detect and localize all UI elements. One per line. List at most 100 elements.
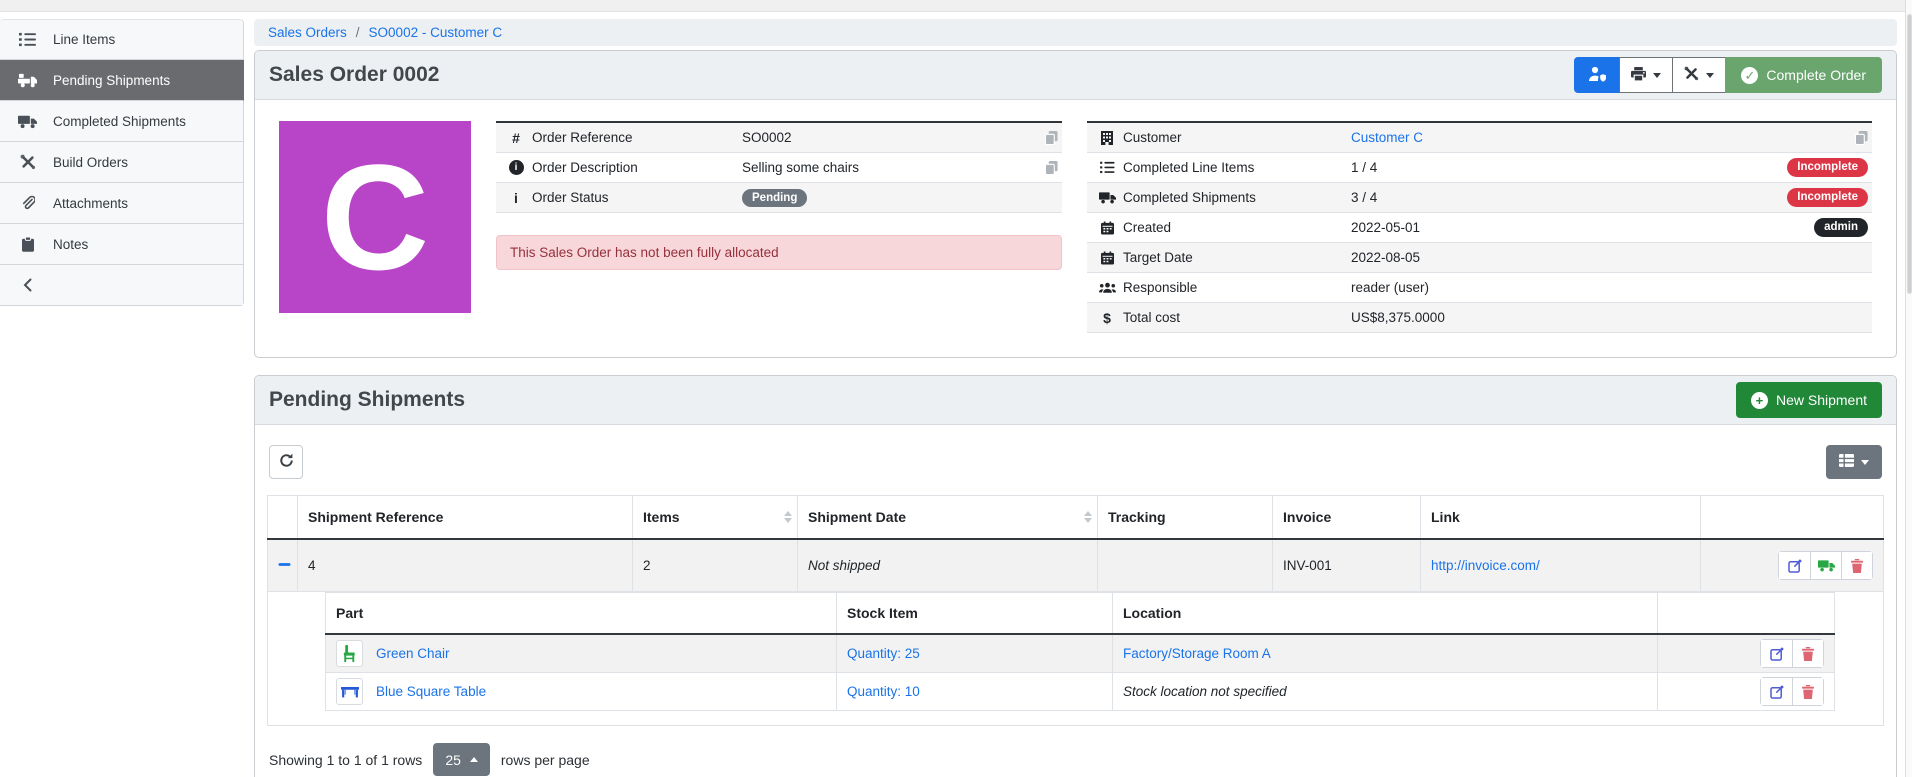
users-icon — [1091, 282, 1123, 294]
complete-order-button[interactable]: ✓ Complete Order — [1725, 57, 1882, 93]
sidebar-item-completed-shipments[interactable]: Completed Shipments — [0, 101, 244, 142]
copy-icon[interactable] — [1842, 131, 1868, 145]
invoice-link[interactable]: http://invoice.com/ — [1431, 558, 1540, 573]
column-header-shipment-date[interactable]: Shipment Date — [798, 496, 1098, 540]
calendar-icon — [1091, 251, 1123, 265]
detail-label: Created — [1123, 220, 1351, 235]
detail-label: Responsible — [1123, 280, 1351, 295]
truck-icon — [1091, 191, 1123, 204]
paperclip-icon — [17, 195, 38, 211]
sidebar-item-notes[interactable]: Notes — [0, 224, 244, 265]
sidebar-item-pending-shipments[interactable]: Pending Shipments — [0, 60, 244, 101]
hash-icon: # — [500, 130, 532, 146]
part-thumbnail[interactable] — [336, 678, 363, 705]
copy-icon[interactable] — [1032, 131, 1058, 145]
detail-row-target-date: Target Date 2022-08-05 — [1087, 243, 1872, 273]
plus-circle-icon: + — [1751, 392, 1768, 409]
shipments-panel-title: Pending Shipments — [269, 388, 465, 412]
allocation-alert: This Sales Order has not been fully allo… — [496, 235, 1062, 270]
scrollbar-thumb[interactable] — [1907, 14, 1912, 294]
refresh-icon — [279, 453, 294, 471]
list-icon — [1091, 161, 1123, 174]
expand-column-header — [268, 496, 298, 540]
edit-allocation-button[interactable] — [1761, 678, 1792, 705]
customer-admin-button[interactable] — [1574, 57, 1620, 93]
column-header-invoice[interactable]: Invoice — [1273, 496, 1421, 540]
part-thumbnail[interactable] — [336, 640, 363, 667]
detail-row-completed-line-items: Completed Line Items 1 / 4 Incomplete — [1087, 153, 1872, 183]
edit-shipment-button[interactable] — [1779, 552, 1810, 579]
subtable-header-row: Part Stock Item Location — [326, 593, 1835, 635]
incomplete-badge: Incomplete — [1787, 188, 1868, 208]
part-link[interactable]: Blue Square Table — [376, 684, 486, 699]
caret-down-icon — [1706, 73, 1714, 78]
breadcrumb-sales-orders-link[interactable]: Sales Orders — [268, 25, 347, 40]
chair-image — [340, 644, 359, 663]
column-header-tracking[interactable]: Tracking — [1098, 496, 1273, 540]
detail-label: Completed Line Items — [1123, 160, 1351, 175]
column-header-shipment-reference[interactable]: Shipment Reference — [298, 496, 633, 540]
order-status-table: Customer Customer C Completed Line Items — [1087, 121, 1872, 333]
column-header-items[interactable]: Items — [633, 496, 798, 540]
sidebar-item-line-items[interactable]: Line Items — [0, 19, 244, 60]
table-image — [340, 683, 360, 701]
order-panel-body: C # Order Reference SO0002 i — [255, 100, 1896, 357]
pagination-summary: Showing 1 to 1 of 1 rows — [269, 752, 422, 768]
detail-label: Total cost — [1123, 310, 1351, 325]
calendar-icon — [1091, 221, 1123, 235]
customer-image[interactable]: C — [279, 121, 471, 313]
status-badge: Pending — [742, 189, 807, 207]
table-columns-icon — [1839, 454, 1854, 470]
order-details-left: # Order Reference SO0002 i Order Descrip… — [496, 121, 1062, 333]
tools-icon — [17, 154, 38, 170]
shipment-row-actions — [1778, 551, 1873, 580]
columns-dropdown-button[interactable] — [1826, 445, 1882, 479]
order-panel-header: Sales Order 0002 — [255, 51, 1896, 100]
delete-allocation-button[interactable] — [1792, 678, 1823, 705]
tools-icon — [1684, 66, 1699, 84]
detail-label: Order Status — [532, 190, 742, 205]
copy-icon[interactable] — [1032, 161, 1058, 175]
actions-column-header — [1701, 496, 1884, 540]
stock-item-link[interactable]: Quantity: 25 — [847, 646, 920, 661]
order-actions: ✓ Complete Order — [1574, 57, 1882, 93]
shipments-table: Shipment Reference Items Shipment Date T… — [267, 495, 1884, 726]
delete-shipment-button[interactable] — [1841, 552, 1872, 579]
print-dropdown-button[interactable] — [1619, 57, 1673, 93]
collapse-row-button[interactable] — [268, 539, 298, 592]
stock-item-link[interactable]: Quantity: 10 — [847, 684, 920, 699]
shipment-detail-row: Part Stock Item Location — [268, 592, 1884, 726]
location-link[interactable]: Factory/Storage Room A — [1123, 646, 1271, 661]
order-options-dropdown-button[interactable] — [1672, 57, 1726, 93]
sidebar-item-build-orders[interactable]: Build Orders — [0, 142, 244, 183]
new-shipment-button[interactable]: + New Shipment — [1736, 382, 1882, 418]
incomplete-badge: Incomplete — [1787, 158, 1868, 178]
refresh-button[interactable] — [269, 445, 303, 479]
breadcrumb-order-link[interactable]: SO0002 - Customer C — [369, 25, 503, 40]
building-icon — [1091, 131, 1123, 145]
detail-value: reader (user) — [1351, 280, 1868, 295]
allocation-row-actions — [1760, 677, 1824, 706]
sidebar-item-label: Build Orders — [53, 155, 128, 170]
part-link[interactable]: Green Chair — [376, 646, 450, 661]
table-pagination: Showing 1 to 1 of 1 rows 25 rows per pag… — [269, 743, 1882, 776]
sidebar-item-attachments[interactable]: Attachments — [0, 183, 244, 224]
column-header-link[interactable]: Link — [1421, 496, 1701, 540]
truck-loading-icon — [17, 73, 38, 88]
vertical-scrollbar[interactable] — [1905, 0, 1912, 777]
column-header-part: Part — [326, 593, 837, 635]
detail-value: SO0002 — [742, 130, 1032, 145]
edit-allocation-button[interactable] — [1761, 640, 1792, 667]
cell-shipment-date: Not shipped — [798, 539, 1098, 592]
delete-allocation-button[interactable] — [1792, 640, 1823, 667]
shipments-panel-header: Pending Shipments + New Shipment — [255, 376, 1896, 425]
sidebar-item-label: Notes — [53, 237, 88, 252]
ship-shipment-button[interactable] — [1810, 552, 1841, 579]
cell-items: 2 — [633, 539, 798, 592]
customer-link[interactable]: Customer C — [1351, 130, 1423, 145]
page-size-dropdown[interactable]: 25 — [433, 743, 490, 776]
order-details-right: Customer Customer C Completed Line Items — [1087, 121, 1872, 333]
sidebar-collapse-button[interactable] — [0, 265, 244, 306]
info-icon: i — [500, 190, 532, 206]
allocation-row-actions — [1760, 639, 1824, 668]
